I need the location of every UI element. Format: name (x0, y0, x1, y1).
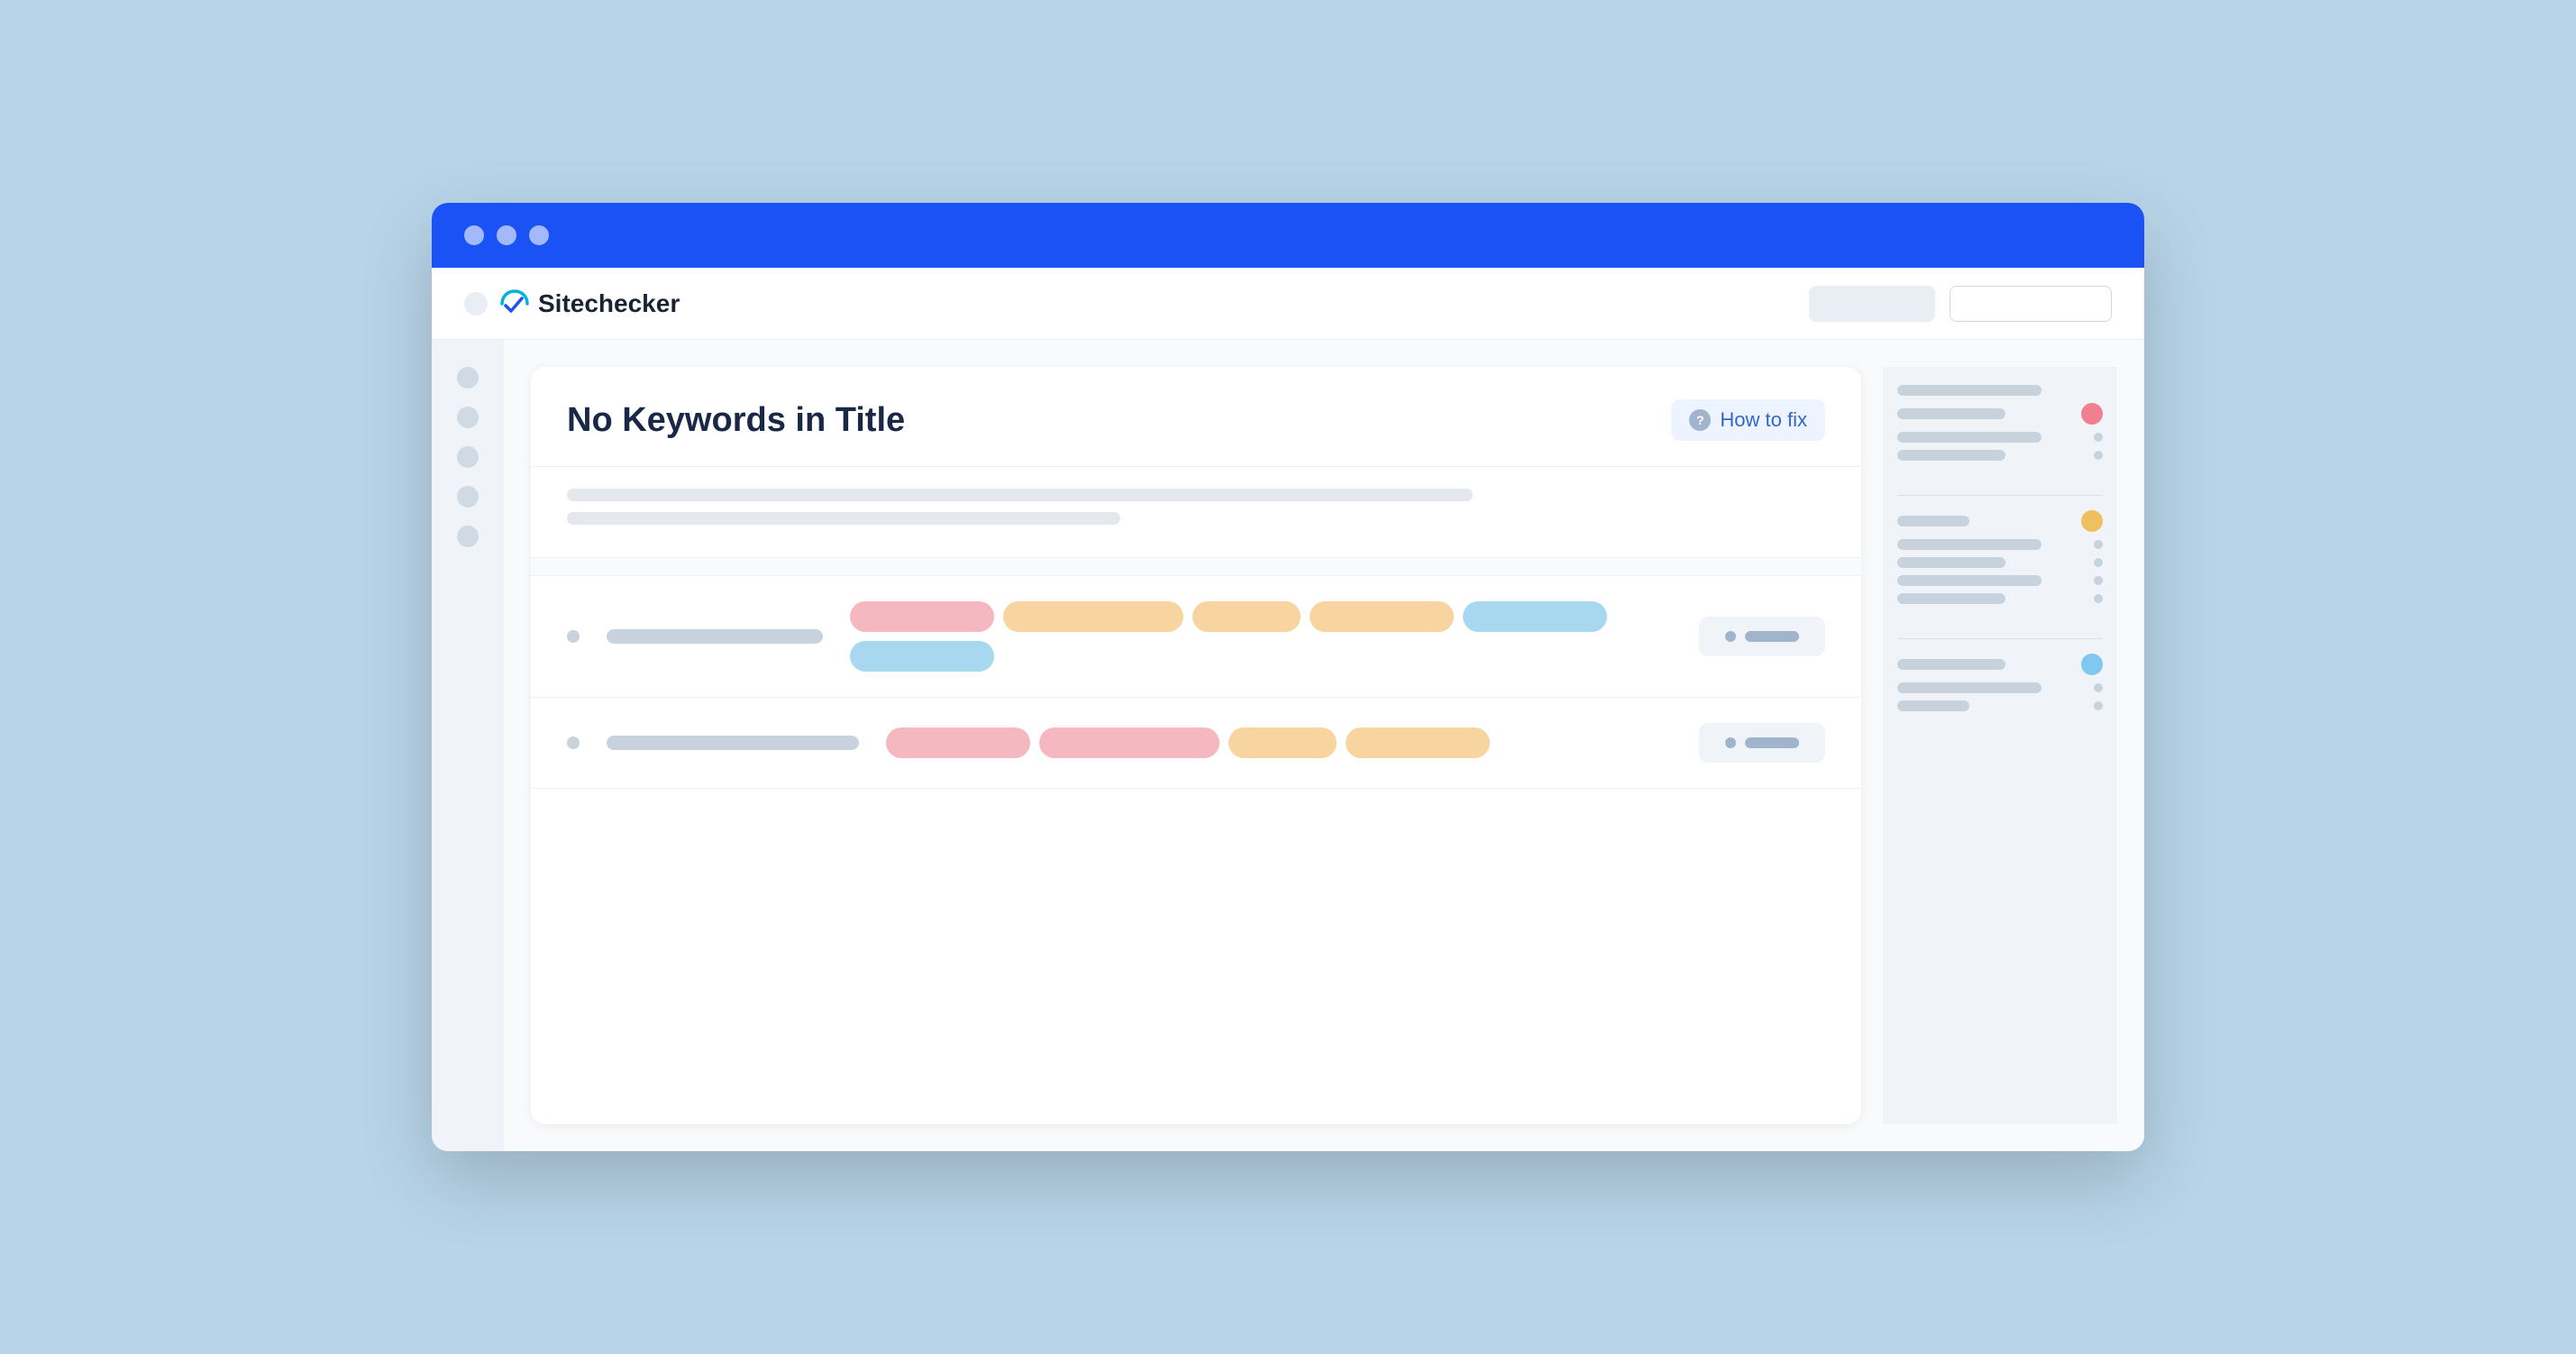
rs-line-2 (1897, 408, 2005, 419)
browser-content: No Keywords in Title ? How to fix (432, 340, 2144, 1151)
rs-row-1 (1897, 385, 2103, 396)
rs-dot-8 (2094, 701, 2103, 710)
row-tags-1 (850, 601, 1672, 672)
logo-circle (464, 292, 488, 316)
rs-line-3 (1897, 432, 2042, 443)
rs-line-9 (1897, 593, 2005, 604)
sidebar-item-1[interactable] (457, 367, 479, 389)
rs-badge-blue (2081, 654, 2103, 675)
right-sidebar (1883, 367, 2117, 1124)
row-url-2 (607, 736, 859, 750)
rs-dot-1 (2094, 433, 2103, 442)
traffic-light-1[interactable] (464, 225, 484, 245)
sidebar-item-2[interactable] (457, 407, 479, 428)
card-description (531, 467, 1861, 558)
rs-section-1 (1897, 385, 2103, 468)
logo-icon (497, 288, 529, 320)
how-to-fix-icon: ? (1689, 409, 1711, 431)
desc-line-1 (567, 489, 1473, 501)
rs-row-8 (1897, 575, 2103, 586)
separator-row (531, 558, 1861, 576)
rs-line-7 (1897, 557, 2005, 568)
toolbar-buttons (1809, 286, 2112, 322)
tag-2-3 (1229, 727, 1337, 758)
rs-row-11 (1897, 682, 2103, 693)
rs-line-4 (1897, 450, 2005, 461)
action-dot-1 (1725, 631, 1736, 642)
rs-dot-7 (2094, 683, 2103, 692)
rs-line-12 (1897, 700, 1969, 711)
main-panel: No Keywords in Title ? How to fix (504, 340, 2144, 1151)
rs-badge-orange (2081, 510, 2103, 532)
tag-2-4 (1346, 727, 1490, 758)
logo-text: Sitechecker (538, 289, 680, 318)
rs-dot-3 (2094, 540, 2103, 549)
logo-area: Sitechecker (464, 288, 1791, 320)
rs-line-11 (1897, 682, 2042, 693)
row-action-btn-1[interactable] (1699, 617, 1825, 656)
rs-dot-4 (2094, 558, 2103, 567)
tag-1-4 (1310, 601, 1454, 632)
row-tags-2 (886, 727, 1672, 758)
tag-1-1 (850, 601, 994, 632)
rs-row-2 (1897, 403, 2103, 425)
browser-titlebar (432, 203, 2144, 268)
rs-dot-5 (2094, 576, 2103, 585)
rs-divider-1 (1897, 495, 2103, 496)
row-bullet-1 (567, 630, 580, 643)
rs-row-9 (1897, 593, 2103, 604)
row-bullet-2 (567, 736, 580, 749)
row-action-btn-2[interactable] (1699, 723, 1825, 763)
sidebar-item-4[interactable] (457, 486, 479, 508)
traffic-light-3[interactable] (529, 225, 549, 245)
rs-line-10 (1897, 659, 2005, 670)
card-title: No Keywords in Title (567, 401, 905, 440)
rs-badge-red (2081, 403, 2103, 425)
tag-2-1 (886, 727, 1030, 758)
rs-divider-2 (1897, 638, 2103, 639)
rs-line-8 (1897, 575, 2042, 586)
rs-line-1 (1897, 385, 2042, 396)
content-card: No Keywords in Title ? How to fix (531, 367, 1861, 1124)
traffic-light-2[interactable] (497, 225, 516, 245)
tag-1-3 (1192, 601, 1301, 632)
how-to-fix-label: How to fix (1720, 408, 1807, 432)
row-url-1 (607, 629, 823, 644)
rs-line-6 (1897, 539, 2042, 550)
action-dot-2 (1725, 737, 1736, 748)
table-row-1 (531, 576, 1861, 698)
card-header: No Keywords in Title ? How to fix (531, 367, 1861, 467)
tag-1-6 (850, 641, 994, 672)
toolbar-button-2[interactable] (1950, 286, 2112, 322)
left-sidebar (432, 340, 504, 1151)
sidebar-item-5[interactable] (457, 526, 479, 547)
rs-row-6 (1897, 539, 2103, 550)
sidebar-item-3[interactable] (457, 446, 479, 468)
browser-window: Sitechecker No Keywords in Title ? (432, 203, 2144, 1151)
rs-row-10 (1897, 654, 2103, 675)
rs-section-3 (1897, 654, 2103, 718)
action-line-1 (1745, 631, 1799, 642)
rs-line-5 (1897, 516, 1969, 526)
desc-line-2 (567, 512, 1120, 525)
rs-row-5 (1897, 510, 2103, 532)
how-to-fix-button[interactable]: ? How to fix (1671, 399, 1825, 441)
action-line-2 (1745, 737, 1799, 748)
browser-toolbar: Sitechecker (432, 268, 2144, 340)
tag-1-2 (1003, 601, 1183, 632)
rs-row-3 (1897, 432, 2103, 443)
rs-section-2 (1897, 510, 2103, 611)
rs-row-4 (1897, 450, 2103, 461)
rs-row-7 (1897, 557, 2103, 568)
toolbar-button-1[interactable] (1809, 286, 1935, 322)
rs-dot-6 (2094, 594, 2103, 603)
table-row-2 (531, 698, 1861, 789)
rs-dot-2 (2094, 451, 2103, 460)
rs-row-12 (1897, 700, 2103, 711)
tag-1-5 (1463, 601, 1607, 632)
tag-2-2 (1039, 727, 1219, 758)
